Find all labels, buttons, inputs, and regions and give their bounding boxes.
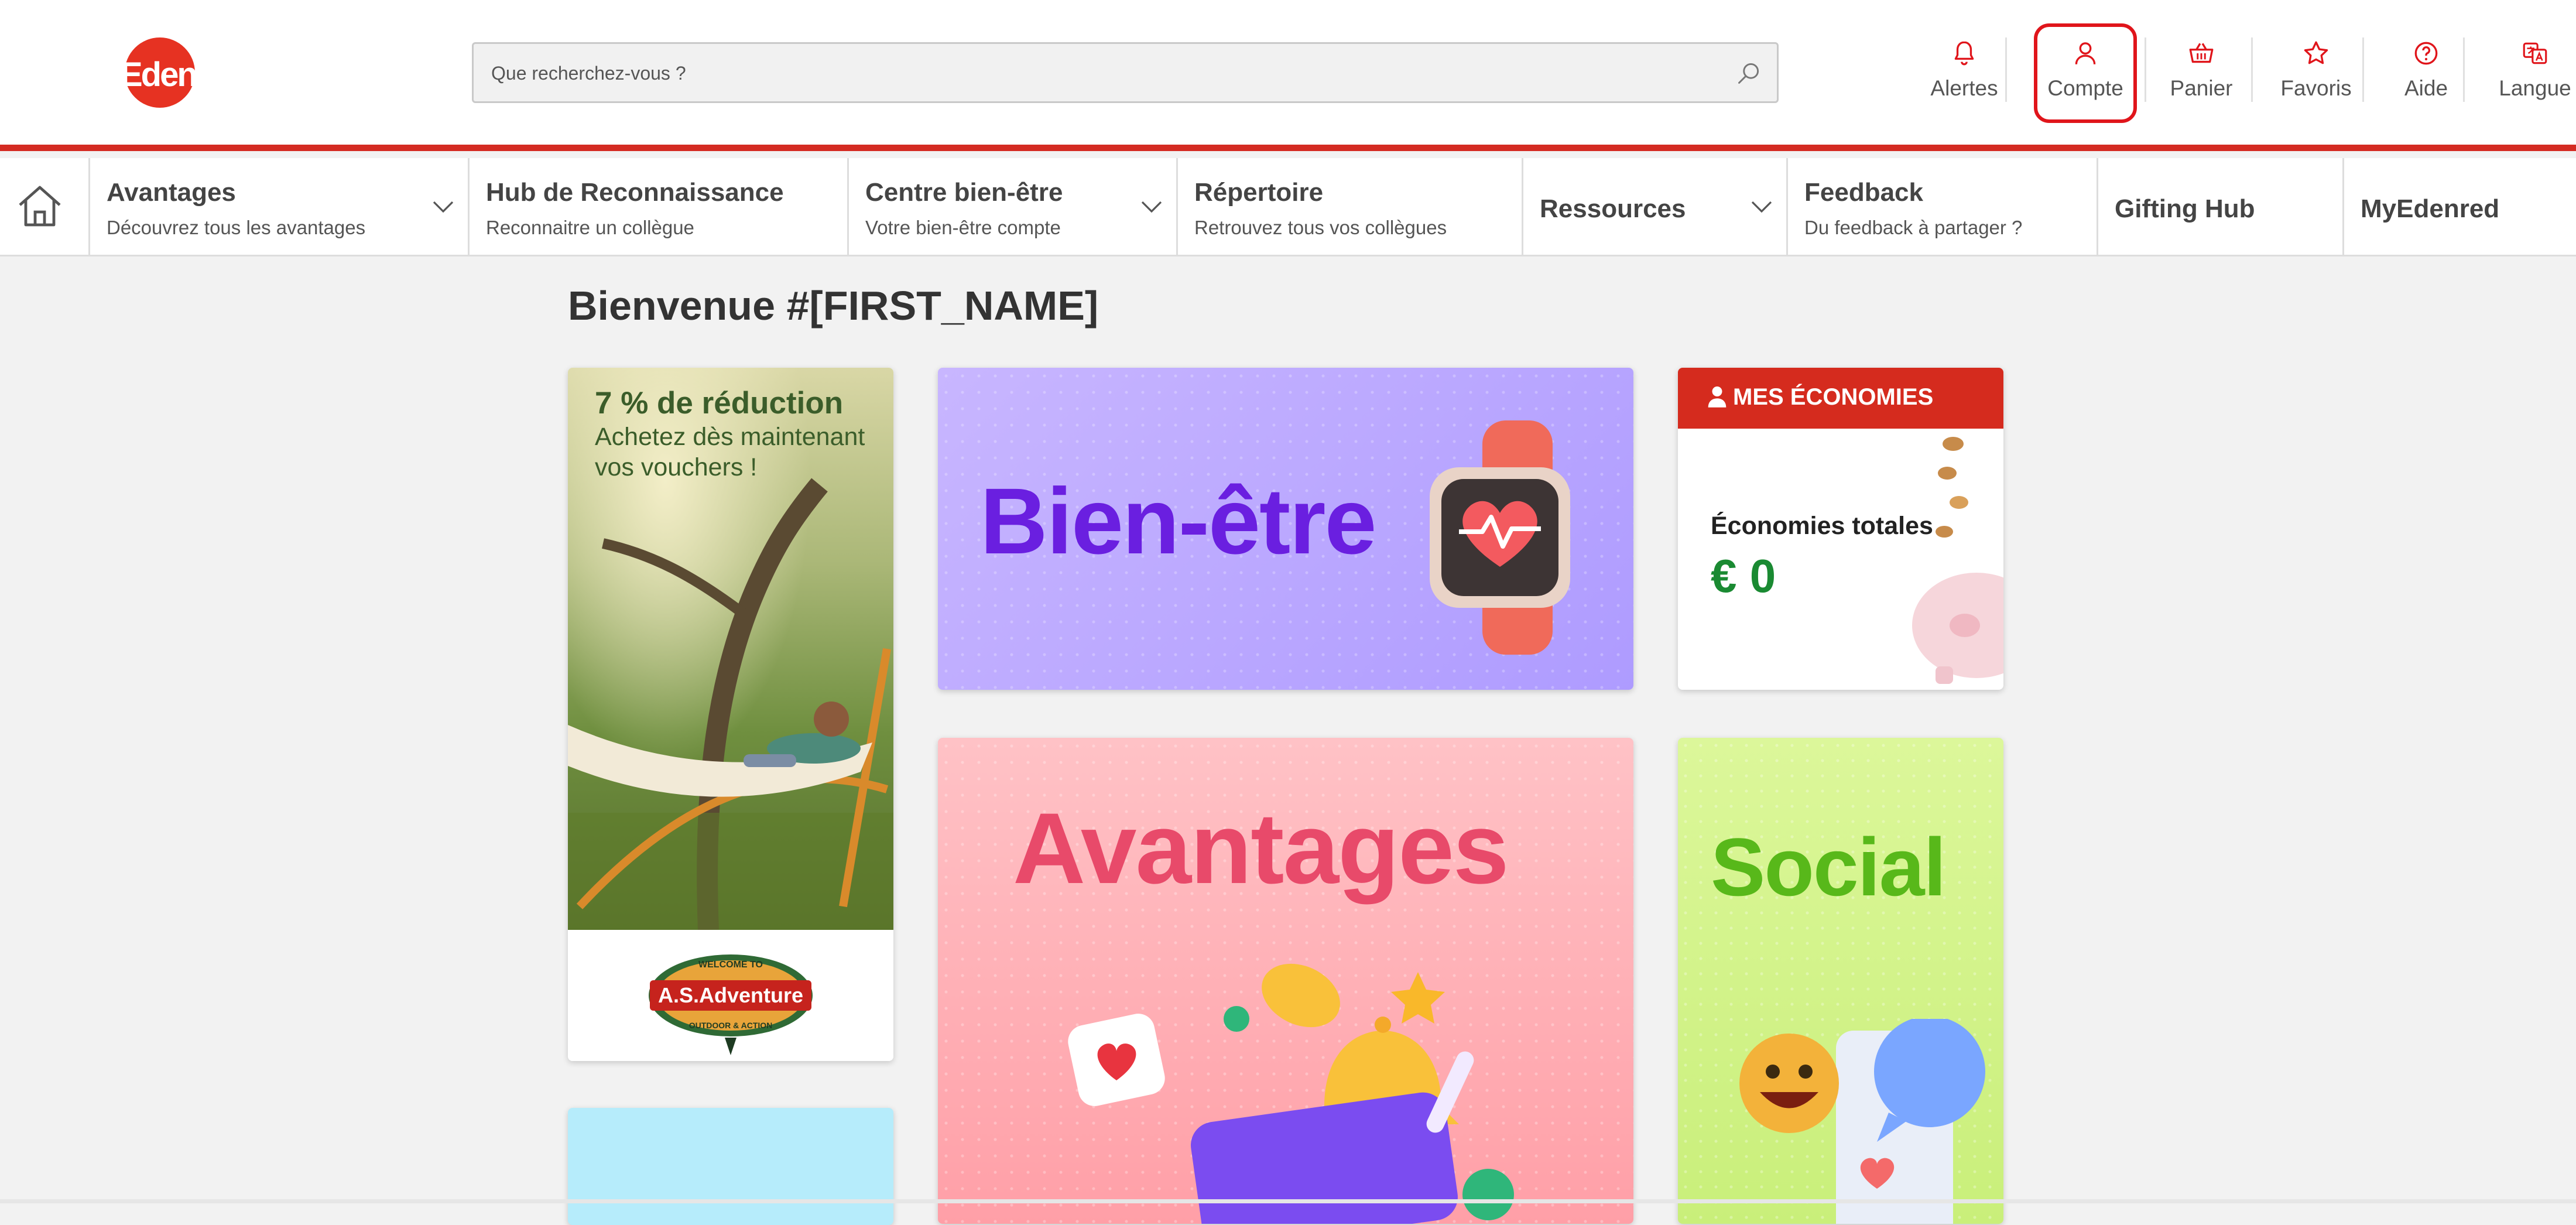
welcome-heading: Bienvenue #[FIRST_NAME] xyxy=(568,283,1099,329)
nav-subtitle: Votre bien-être compte xyxy=(865,217,1061,238)
help-button[interactable]: Aide xyxy=(2392,23,2465,123)
hammock-illustration xyxy=(568,478,893,930)
savings-amount: € 0 xyxy=(1711,550,1776,602)
language-button[interactable]: Langue xyxy=(2494,23,2576,123)
search-icon[interactable] xyxy=(1736,60,1762,86)
basket-icon xyxy=(2189,43,2214,63)
home-icon xyxy=(19,186,61,227)
account-button[interactable]: Compte xyxy=(2034,23,2137,123)
social-tile[interactable]: Social xyxy=(1678,738,2003,1224)
site-header: Edenred Alertes Compte xyxy=(0,0,2576,151)
nav-home[interactable] xyxy=(0,158,90,255)
nav-subtitle: Découvrez tous les avantages xyxy=(107,217,366,238)
user-icon xyxy=(1708,386,1727,408)
as-adventure-logo: A.S.Adventure WELCOME TO OUTDOOR & ACTIO… xyxy=(568,930,893,1061)
smartwatch-illustration xyxy=(1430,420,1570,655)
nav-title: Hub de Reconnaissance xyxy=(486,178,784,207)
logo-text: Edenred xyxy=(120,56,245,94)
nav-item-avantages[interactable]: Avantages Découvrez tous les avantages xyxy=(90,158,470,255)
chevron-down-icon xyxy=(1751,201,1772,213)
favorites-button[interactable]: Favoris xyxy=(2273,23,2364,123)
page-bottom-edge xyxy=(0,1199,2576,1203)
nav-subtitle: Retrouvez tous vos collègues xyxy=(1194,217,1447,238)
nav-title: Répertoire xyxy=(1194,178,1324,207)
advantages-illustration xyxy=(1068,963,1514,1224)
piggy-bank-illustration xyxy=(1912,437,2003,684)
promo-card[interactable]: 7 % de réduction Achetez dès maintenant … xyxy=(568,368,893,1061)
help-icon xyxy=(2414,42,2438,65)
bell-icon xyxy=(1954,41,1974,66)
wellness-title: Bien-être xyxy=(980,468,1377,573)
promo-line-2: vos vouchers ! xyxy=(595,453,758,481)
nav-item-gifting-hub[interactable]: Gifting Hub xyxy=(2098,158,2344,255)
search-input[interactable] xyxy=(490,44,1710,102)
nav-title: MyEdenred xyxy=(2361,194,2500,223)
savings-header-text: MES ÉCONOMIES xyxy=(1733,384,1934,410)
nav-title: Feedback xyxy=(1804,178,1923,207)
promo-line-1: Achetez dès maintenant xyxy=(595,423,865,451)
favorites-label: Favoris xyxy=(2280,76,2352,100)
promo-photo: 7 % de réduction Achetez dès maintenant … xyxy=(568,368,893,930)
nav-title: Ressources xyxy=(1540,194,1686,223)
language-label: Langue xyxy=(2499,76,2571,100)
nav-title: Avantages xyxy=(107,178,236,207)
cart-button[interactable]: Panier xyxy=(2154,23,2253,123)
cart-label: Panier xyxy=(2170,76,2233,100)
promo-headline: 7 % de réduction xyxy=(595,386,844,420)
nav-subtitle: Reconnaitre un collègue xyxy=(486,217,694,238)
chevron-down-icon xyxy=(433,201,454,213)
brand-top: WELCOME TO xyxy=(698,960,763,970)
nav-subtitle: Du feedback à partager ? xyxy=(1804,217,2023,238)
alerts-label: Alertes xyxy=(1930,76,1998,100)
advantages-title: Avantages xyxy=(1013,792,1509,905)
nav-title: Centre bien-être xyxy=(865,178,1063,207)
nav-item-myedenred[interactable]: MyEdenred xyxy=(2344,158,2576,255)
help-label: Aide xyxy=(2404,76,2448,100)
nav-item-feedback[interactable]: Feedback Du feedback à partager ? xyxy=(1788,158,2098,255)
brand-bottom: OUTDOOR & ACTION xyxy=(689,1021,773,1030)
savings-header: MES ÉCONOMIES xyxy=(1678,368,2003,429)
nav-item-repertoire[interactable]: Répertoire Retrouvez tous vos collègues xyxy=(1178,158,1523,255)
user-icon xyxy=(2075,42,2096,64)
nav-item-reconnaissance[interactable]: Hub de Reconnaissance Reconnaitre un col… xyxy=(470,158,849,255)
chevron-down-icon xyxy=(1141,201,1162,213)
main-nav: Avantages Découvrez tous les avantages H… xyxy=(0,158,2576,256)
brand-name: A.S.Adventure xyxy=(658,983,803,1007)
account-label: Compte xyxy=(2047,76,2123,100)
savings-label: Économies totales xyxy=(1711,512,1933,540)
nav-title: Gifting Hub xyxy=(2115,194,2255,223)
search-bar xyxy=(472,42,1779,103)
star-icon xyxy=(2304,41,2328,64)
translate-icon xyxy=(2523,42,2547,64)
wellness-tile[interactable]: Bien-être xyxy=(938,368,1633,690)
savings-card[interactable]: MES ÉCONOMIES Économies totales € 0 xyxy=(1678,368,2003,690)
promo-card-2[interactable] xyxy=(568,1108,893,1225)
social-illustration xyxy=(1739,1019,1985,1224)
nav-item-bien-etre[interactable]: Centre bien-être Votre bien-être compte xyxy=(849,158,1178,255)
edenred-logo[interactable]: Edenred xyxy=(120,33,249,109)
advantages-tile[interactable]: Avantages xyxy=(938,738,1633,1224)
alerts-button[interactable]: Alertes xyxy=(1926,23,2007,123)
nav-item-ressources[interactable]: Ressources xyxy=(1523,158,1788,255)
divider xyxy=(2145,37,2146,102)
as-adventure-emblem: A.S.Adventure WELCOME TO OUTDOOR & ACTIO… xyxy=(649,954,813,1055)
social-title: Social xyxy=(1711,821,1946,913)
